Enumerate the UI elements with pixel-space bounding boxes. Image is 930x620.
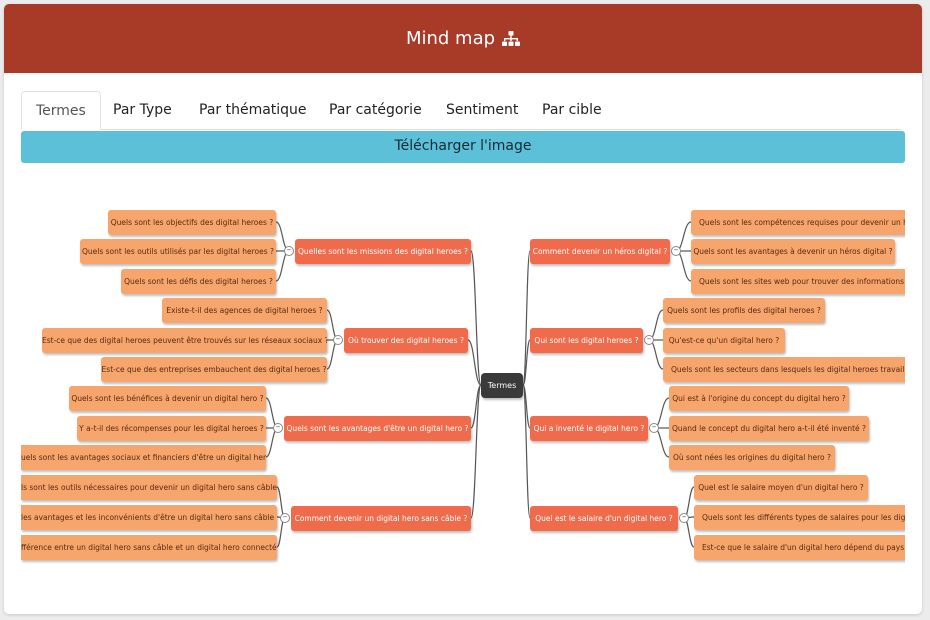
tab-bar: Termes Par Type Par thématique Par catég… [21,91,901,130]
mind-map-leaf[interactable]: Est-ce que des entreprises embauchent de… [101,357,327,382]
tab-par-cible[interactable]: Par cible [542,91,602,130]
mind-map-leaf[interactable]: Quels sont les bénéfices à devenir un di… [69,386,266,411]
mind-map-leaf[interactable]: Quels sont les secteurs dans lesquels le… [663,357,905,382]
mind-map-leaf[interactable]: Existe-t-il des agences de digital heroe… [162,298,327,323]
collapse-toggle-icon[interactable]: – [671,246,681,256]
tab-par-categorie[interactable]: Par catégorie [329,91,422,130]
mind-map-leaf[interactable]: ls sont les outils nécessaires pour deve… [21,475,277,500]
mind-map-leaf[interactable]: Est-ce que des digital heroes peuvent êt… [42,328,327,353]
mind-map-leaf[interactable]: Où sont nées les origines du digital her… [669,445,835,470]
mind-map-canvas: Termes Quelles sont les missions des digi… [21,180,905,564]
page-title: Mind map [405,28,496,49]
mind-map-branch[interactable]: Quelles sont les missions des digital he… [295,239,471,264]
tab-termes[interactable]: Termes [21,91,101,130]
mind-map-leaf[interactable]: Quels sont les différents types de salai… [694,505,905,530]
mind-map-branch[interactable]: Qui sont les digital heroes ? [530,328,643,353]
sitemap-icon [502,30,521,46]
header-bar: Mind map [4,4,922,73]
mind-map-branch[interactable]: Comment devenir un héros digital ? [530,239,670,264]
mind-map-leaf[interactable]: Qui est à l'origine du concept du digita… [669,386,849,411]
mind-map-leaf[interactable]: Quels sont les profils des digital heroe… [663,298,825,323]
mind-map-branch[interactable]: Qui a inventé le digital hero ? [530,416,648,441]
mind-map-leaf[interactable]: Est-ce que le salaire d'un digital hero … [694,535,905,560]
mind-map-leaf[interactable]: Quels sont les sites web pour trouver de… [691,269,905,294]
mind-map-branch[interactable]: Quel est le salaire d'un digital hero ? [530,506,678,531]
link-line [470,250,482,386]
link-line [675,250,692,282]
collapse-toggle-icon[interactable]: – [649,423,659,433]
mind-map-root[interactable]: Termes [481,373,523,398]
mind-map-leaf[interactable]: Quel est le salaire moyen d'un digital h… [694,475,868,500]
collapse-toggle-icon[interactable]: – [679,513,689,523]
mind-map-branch[interactable]: Où trouver des digital heroes ? [344,328,468,353]
mind-map-leaf[interactable]: Qu'est-ce qu'un digital hero ? [663,328,785,353]
mind-map-leaf[interactable]: Quels sont les outils utilisés par les d… [80,239,276,264]
download-image-button[interactable]: Télécharger l'image [21,131,905,163]
mind-map-leaf[interactable]: Quels sont les objectifs des digital her… [108,210,276,235]
collapse-toggle-icon[interactable]: – [273,423,283,433]
mindmap-card: Mind map Termes Par Type Par thématique … [4,4,922,614]
mind-map-branch[interactable]: Quels sont les avantages d'être un digit… [284,416,471,441]
tab-sentiment[interactable]: Sentiment [446,91,518,130]
tab-par-type[interactable]: Par Type [113,91,172,130]
mind-map-leaf[interactable]: Y a-t-il des récompenses pour les digita… [77,416,266,441]
mind-map-leaf[interactable]: Quand le concept du digital hero a-t-il … [669,416,869,441]
collapse-toggle-icon[interactable]: – [644,335,654,345]
collapse-toggle-icon[interactable]: – [280,513,290,523]
mind-map-leaf[interactable]: les avantages et les inconvénients d'êtr… [21,505,277,530]
mind-map-leaf[interactable]: fférence entre un digital hero sans câbl… [21,535,277,560]
mind-map-branch[interactable]: Comment devenir un digital hero sans câb… [291,506,471,531]
mind-map-leaf[interactable]: Quels sont les avantages à devenir un hé… [691,239,895,264]
tab-par-thematique[interactable]: Par thématique [199,91,307,130]
collapse-toggle-icon[interactable]: – [333,335,343,345]
mind-map-leaf[interactable]: Quels sont les défis des digital heroes … [121,269,276,294]
mind-map-leaf[interactable]: Quels sont les compétences requises pour… [691,210,905,235]
mind-map-leaf[interactable]: uels sont les avantages sociaux et finan… [21,445,266,470]
collapse-toggle-icon[interactable]: – [284,246,294,256]
